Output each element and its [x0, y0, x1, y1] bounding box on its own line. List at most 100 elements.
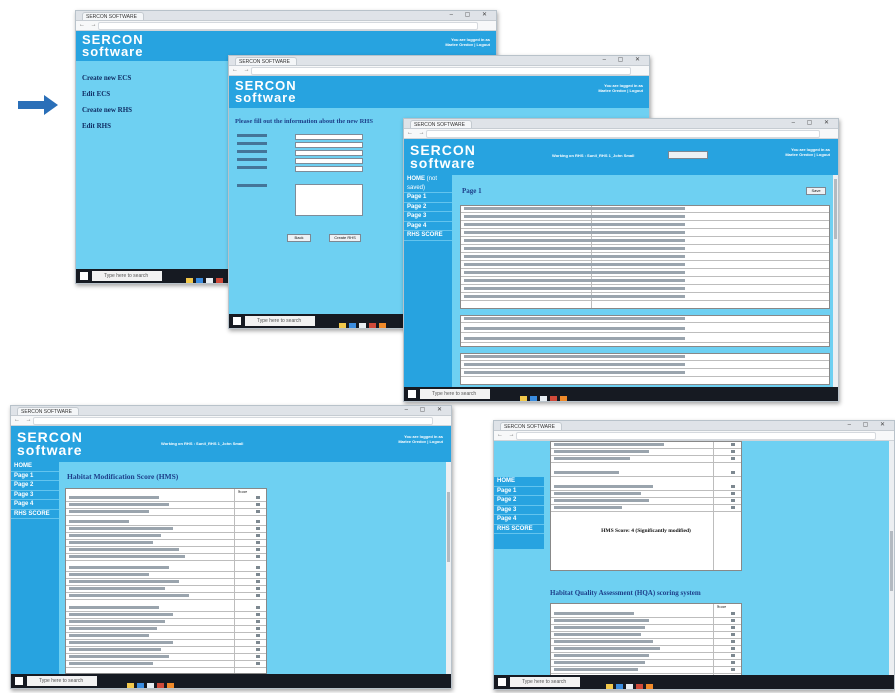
nav-page-1[interactable]: Page 1: [404, 193, 452, 203]
ecs-select[interactable]: [295, 150, 363, 156]
nav-rhs-score[interactable]: RHS SCORE: [11, 510, 59, 519]
address-bar[interactable]: ← → ⟳: [11, 416, 451, 426]
browser-tab[interactable]: SERCON SOFTWARE: [235, 57, 297, 65]
arrow-right-icon: [18, 95, 58, 115]
nav-page-1[interactable]: Page 1: [11, 472, 59, 481]
browser-tab[interactable]: SERCON SOFTWARE: [17, 407, 79, 415]
address-bar[interactable]: ← → ⟳: [229, 66, 649, 76]
taskbar-apps[interactable]: [186, 272, 226, 283]
header-banner: SERCON software You are logged in as Mar…: [229, 76, 649, 108]
form-row-river: [237, 142, 367, 148]
nav-page-2[interactable]: Page 2: [404, 203, 452, 212]
browser-titlebar: SERCON SOFTWARE – ▢ ✕: [494, 421, 894, 431]
address-bar[interactable]: ← → ⟳: [494, 431, 894, 441]
description-textarea[interactable]: [295, 184, 363, 216]
nav-rhs-score[interactable]: RHS SCORE: [494, 525, 544, 534]
taskbar-search[interactable]: Type here to search: [92, 271, 162, 281]
nav-rhs-score[interactable]: RHS SCORE: [404, 231, 452, 241]
nav-home[interactable]: HOME: [11, 462, 59, 472]
url-field[interactable]: [251, 67, 631, 75]
window-controls[interactable]: – ▢ ✕: [603, 56, 645, 63]
side-nav: HOME Page 1 Page 2 Page 3 Page 4 RHS SCO…: [11, 462, 59, 674]
working-on-label: Working on RHS : Sunil_RHS 1_John Small: [161, 441, 244, 446]
rhs-score-screenshot: SERCON SOFTWARE – ▢ ✕ ← → ⟳ HOME Page 1 …: [493, 420, 895, 690]
window-controls[interactable]: – ▢ ✕: [792, 119, 834, 126]
windows-start-icon[interactable]: [15, 677, 23, 685]
window-controls[interactable]: – ▢ ✕: [450, 11, 492, 18]
header-banner: SERCON software Working on RHS : Sunil_R…: [11, 426, 451, 462]
taskbar-apps[interactable]: [339, 317, 389, 328]
address-bar[interactable]: ← → ⟳: [76, 21, 496, 31]
browser-tab[interactable]: SERCON SOFTWARE: [500, 422, 562, 430]
nav-page-3[interactable]: Page 3: [494, 506, 544, 515]
vertical-scrollbar[interactable]: [446, 462, 451, 674]
taskbar: Type here to search: [404, 387, 838, 401]
hms-screenshot: SERCON SOFTWARE – ▢ ✕ ← → ⟳ SERCON softw…: [10, 405, 452, 689]
survey-select[interactable]: [295, 166, 363, 172]
form-row-survey: [237, 166, 367, 172]
menu-edit-rhs[interactable]: Edit RHS: [82, 122, 111, 130]
menu-create-ecs[interactable]: Create new ECS: [82, 74, 131, 82]
windows-start-icon[interactable]: [233, 317, 241, 325]
side-nav: HOME Page 1 Page 2 Page 3 Page 4 RHS SCO…: [494, 477, 544, 549]
taskbar-search[interactable]: Type here to search: [510, 677, 580, 687]
url-field[interactable]: [98, 22, 478, 30]
browser-tab[interactable]: SERCON SOFTWARE: [410, 120, 472, 128]
url-field[interactable]: [426, 130, 820, 138]
url-field[interactable]: [33, 417, 433, 425]
windows-start-icon[interactable]: [80, 272, 88, 280]
vertical-scrollbar[interactable]: [889, 441, 894, 675]
form-heading: Please fill out the information about th…: [235, 118, 373, 125]
hms-title: Habitat Modification Score (HMS): [67, 472, 179, 481]
browser-tab[interactable]: SERCON SOFTWARE: [82, 12, 144, 20]
form-row-county: [237, 158, 367, 164]
nav-page-3[interactable]: Page 3: [404, 212, 452, 222]
nav-page-4[interactable]: Page 4: [11, 500, 59, 510]
nav-page-4[interactable]: Page 4: [494, 515, 544, 525]
taskbar-apps[interactable]: [520, 390, 570, 401]
page-area: SERCON software Working on RHS : Sunil_R…: [404, 139, 838, 387]
taskbar-search[interactable]: Type here to search: [245, 316, 315, 326]
nav-home[interactable]: HOME (not saved): [404, 175, 452, 193]
taskbar-apps[interactable]: [606, 678, 656, 689]
save-button[interactable]: Save: [806, 187, 826, 195]
address-bar[interactable]: ← → ⟳: [404, 129, 838, 139]
hms-score-line: HMS Score: 4 (Significantly modified): [601, 528, 691, 534]
url-field[interactable]: [516, 432, 876, 440]
taskbar: Type here to search: [494, 675, 894, 689]
login-status: You are logged in as Marlee Oredov | Log…: [598, 83, 643, 93]
sercon-logo: SERCON software: [82, 32, 144, 59]
nav-page-3[interactable]: Page 3: [11, 491, 59, 500]
form-row-ecs: [237, 150, 367, 156]
edit-rhs-info-button[interactable]: [668, 151, 708, 159]
vertical-scrollbar[interactable]: [833, 175, 838, 387]
browser-titlebar: SERCON SOFTWARE – ▢ ✕: [11, 406, 451, 416]
windows-start-icon[interactable]: [408, 390, 416, 398]
windows-start-icon[interactable]: [498, 678, 506, 686]
river-select[interactable]: [295, 142, 363, 148]
nav-home[interactable]: HOME: [494, 477, 544, 487]
menu-create-rhs[interactable]: Create new RHS: [82, 106, 132, 114]
taskbar-search[interactable]: Type here to search: [27, 676, 97, 686]
window-controls[interactable]: – ▢ ✕: [848, 421, 890, 428]
taskbar-apps[interactable]: [127, 677, 177, 688]
taskbar-search[interactable]: Type here to search: [420, 389, 490, 399]
form-row-name: [237, 134, 367, 140]
nav-page-2[interactable]: Page 2: [494, 496, 544, 506]
window-controls[interactable]: – ▢ ✕: [405, 406, 447, 413]
header-banner: SERCON software Working on RHS : Sunil_R…: [404, 139, 838, 175]
nav-page-1[interactable]: Page 1: [494, 487, 544, 496]
back-button[interactable]: Back: [287, 234, 311, 242]
working-on-label: Working on RHS : Sunil_RHS 1_John Small: [552, 153, 635, 158]
nav-page-2[interactable]: Page 2: [11, 481, 59, 491]
county-select[interactable]: [295, 158, 363, 164]
page-area: SERCON software Working on RHS : Sunil_R…: [11, 426, 451, 674]
name-input[interactable]: [295, 134, 363, 140]
menu-edit-ecs[interactable]: Edit ECS: [82, 90, 110, 98]
nav-page-4[interactable]: Page 4: [404, 222, 452, 231]
sercon-logo: SERCON software: [410, 142, 476, 171]
login-status: You are logged in as Marlee Oredov | Log…: [445, 37, 490, 47]
hqa-score-header: Score: [717, 604, 727, 609]
sercon-logo: SERCON software: [17, 429, 83, 458]
create-rhs-button[interactable]: Create RHS: [329, 234, 361, 242]
